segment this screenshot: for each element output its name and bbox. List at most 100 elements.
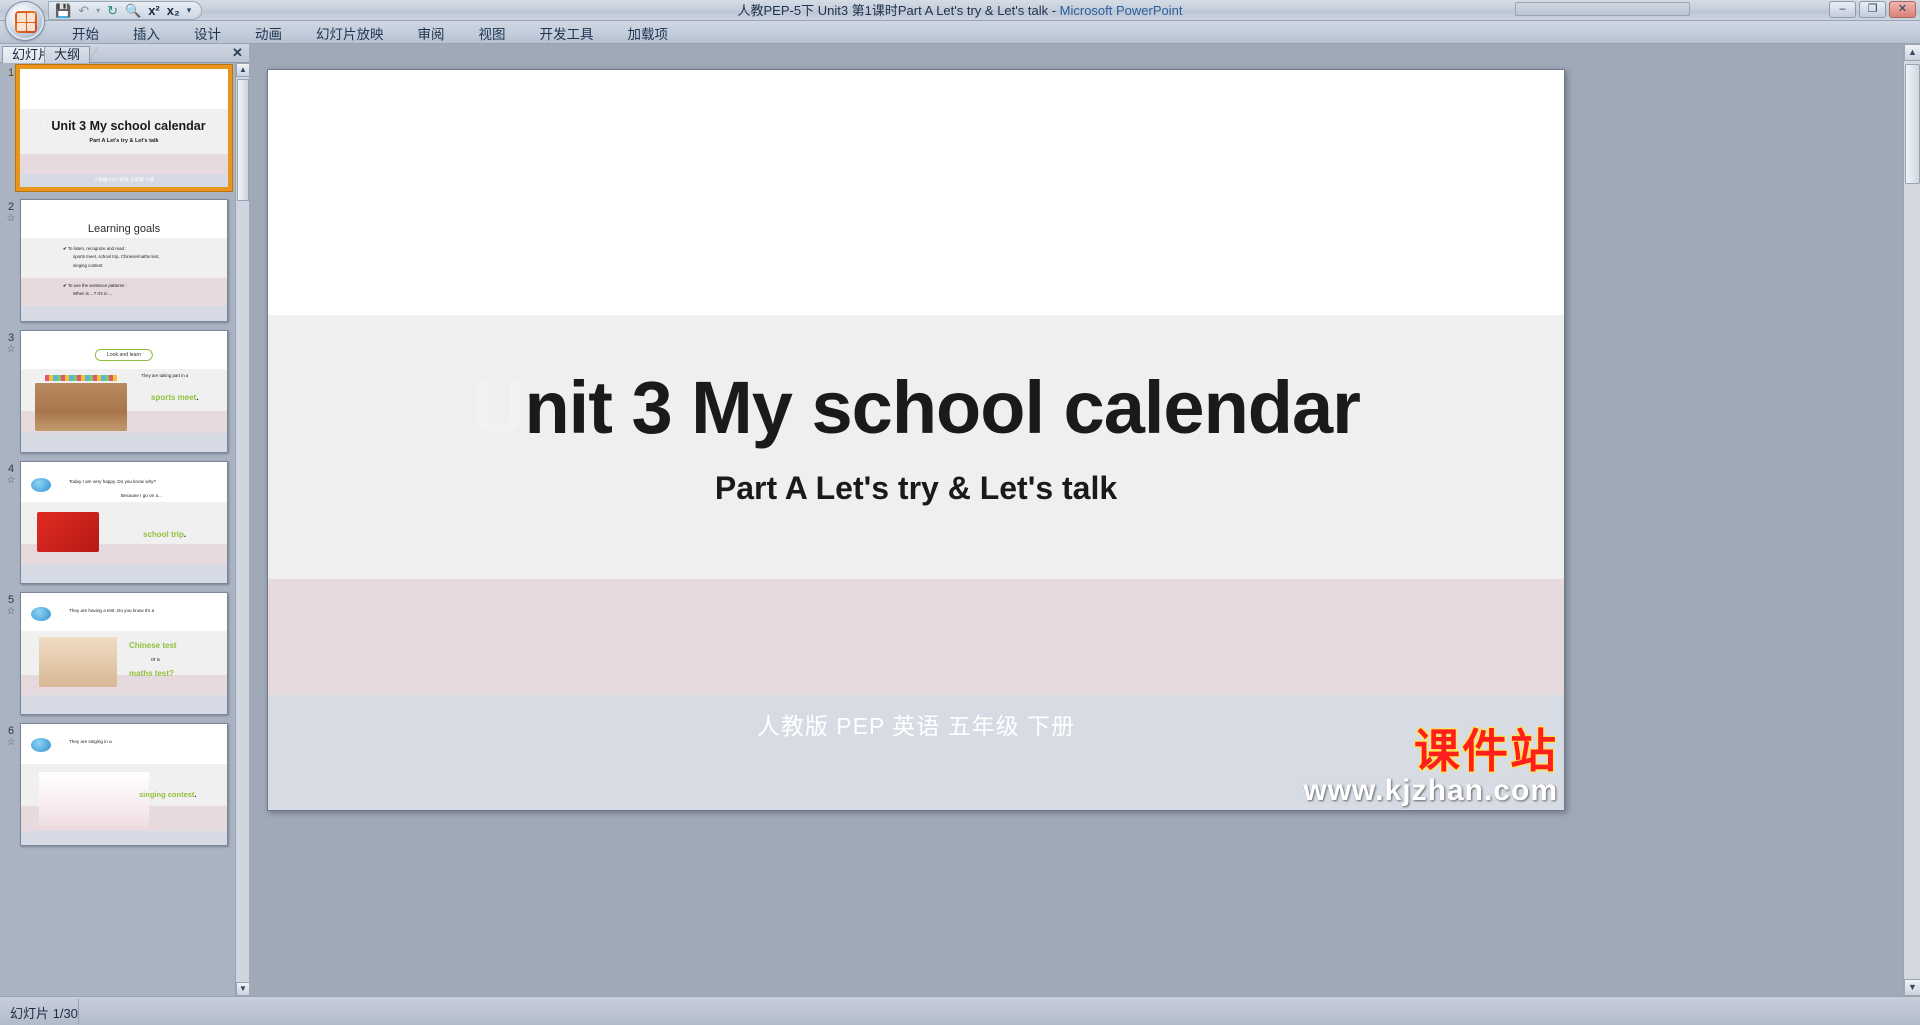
animation-star-icon: ☆ bbox=[6, 606, 16, 617]
thumbnail-frame: Learning goals ✔ To listen, recognize an… bbox=[20, 199, 228, 322]
tab-animations[interactable]: 动画 bbox=[238, 19, 299, 47]
mini-highlight-text: school trip bbox=[143, 530, 184, 539]
mini-image-classroom bbox=[39, 637, 117, 687]
tab-home[interactable]: 开始 bbox=[55, 19, 116, 47]
mini-speech: They are having a test. Do you know it's… bbox=[69, 608, 155, 613]
thumbnail-slide-1[interactable]: 1 UUnit 3 My school calendar Part A Let'… bbox=[0, 63, 235, 197]
minimize-button[interactable]: – bbox=[1829, 1, 1856, 18]
mini-image-children bbox=[39, 772, 149, 830]
orb-quadrant bbox=[17, 13, 26, 22]
mini-bullet-1-line-1: To listen, recognize and read : bbox=[67, 246, 127, 251]
tab-slideshow[interactable]: 幻灯片放映 bbox=[299, 19, 401, 47]
slide-number-text: 6 bbox=[7, 725, 15, 737]
tab-design[interactable]: 设计 bbox=[177, 19, 238, 47]
scroll-down-icon[interactable]: ▼ bbox=[236, 982, 250, 996]
slide-title-text: nit 3 My school calendar bbox=[524, 366, 1360, 449]
tab-outline-label: 大纲 bbox=[54, 47, 81, 62]
office-orb-button[interactable] bbox=[6, 2, 44, 40]
current-slide-canvas[interactable]: Unit 3 My school calendar Part A Let's t… bbox=[267, 69, 1565, 811]
undo-icon[interactable]: ↶ bbox=[78, 2, 89, 19]
mini-balloon-icon bbox=[31, 478, 51, 492]
subscript-icon[interactable]: x₂ bbox=[167, 2, 180, 19]
office-logo-icon bbox=[15, 11, 37, 33]
mini-highlight-1: Chinese test bbox=[129, 641, 177, 650]
mini-highlight-2: maths test? bbox=[129, 669, 174, 678]
superscript-icon[interactable]: x² bbox=[148, 2, 160, 19]
tab-outline[interactable]: 大纲 bbox=[44, 46, 99, 64]
status-divider bbox=[78, 999, 79, 1024]
mini-speech: They are singing in a bbox=[69, 739, 112, 744]
undo-dropdown-icon[interactable]: ▾ bbox=[96, 2, 100, 19]
mini-bunting-icon bbox=[45, 375, 117, 381]
slide-number-text: 5 bbox=[7, 594, 15, 606]
slide-thumbnail-list[interactable]: 1 UUnit 3 My school calendar Part A Let'… bbox=[0, 63, 235, 996]
scroll-down-icon[interactable]: ▼ bbox=[1904, 979, 1920, 996]
scroll-thumb[interactable] bbox=[237, 79, 249, 201]
application-name: Microsoft PowerPoint bbox=[1059, 3, 1183, 18]
orb-quadrant bbox=[26, 13, 35, 22]
mini-bullet-2-line-1: To use the sentence patterns : bbox=[67, 283, 127, 288]
mini-bullet-2-line-2: When is ...? It's in ... bbox=[73, 291, 113, 297]
mini-balloon-icon bbox=[31, 607, 51, 621]
mini-highlight-text: singing contest bbox=[139, 790, 195, 799]
mini-footer: 人教版 PEP 英语 五年级 下册 bbox=[93, 177, 155, 182]
mini-speech-2: Because I go on a... bbox=[121, 493, 162, 498]
customize-qat-icon[interactable]: ▾ bbox=[187, 2, 192, 19]
tab-review[interactable]: 审阅 bbox=[401, 19, 462, 47]
slide-number: 6 ☆ bbox=[4, 725, 18, 749]
window-controls: – ❐ ✕ bbox=[1829, 1, 1916, 18]
slides-pane-scrollbar[interactable]: ▲ ▼ bbox=[235, 63, 250, 996]
close-button[interactable]: ✕ bbox=[1889, 1, 1916, 18]
mini-middle: or a bbox=[151, 657, 160, 663]
thumbnail-slide-6[interactable]: 6 ☆ They are singing in a singing contes… bbox=[0, 721, 235, 852]
tab-insert[interactable]: 插入 bbox=[116, 19, 177, 47]
animation-star-icon: ☆ bbox=[6, 213, 16, 224]
mini-badge: Look and learn bbox=[94, 349, 154, 361]
print-preview-icon[interactable]: 🔍 bbox=[125, 2, 141, 19]
slide-number-text: 2 bbox=[7, 201, 15, 213]
ribbon-tabs: 开始 插入 设计 动画 幻灯片放映 审阅 视图 开发工具 加载项 bbox=[0, 21, 1920, 44]
thumbnail-slide-4[interactable]: 4 ☆ Today I am very happy. Do you know w… bbox=[0, 459, 235, 590]
mini-image-sports-meet bbox=[35, 383, 127, 431]
mini-slide-3: Look and learn They are taking part in a… bbox=[21, 331, 227, 452]
slide-title[interactable]: Unit 3 My school calendar bbox=[268, 365, 1564, 450]
mini-title-text: Unit 3 My school calendar bbox=[51, 119, 206, 133]
save-icon[interactable]: 💾 bbox=[55, 2, 71, 19]
mini-slide-2: Learning goals ✔ To listen, recognize an… bbox=[21, 200, 227, 321]
animation-star-icon: ☆ bbox=[6, 344, 16, 355]
check-icon: ✔ bbox=[63, 246, 67, 251]
scroll-up-icon[interactable]: ▲ bbox=[236, 63, 250, 77]
mini-period: . bbox=[194, 790, 197, 799]
pane-tab-bar: 幻灯片 大纲 ✕ bbox=[0, 44, 249, 64]
tab-addins[interactable]: 加载项 bbox=[611, 19, 686, 47]
slide-band-pink bbox=[268, 579, 1564, 695]
thumbnail-frame: They are singing in a singing contest. bbox=[20, 723, 228, 846]
close-pane-icon[interactable]: ✕ bbox=[230, 46, 245, 61]
scroll-thumb[interactable] bbox=[1905, 64, 1920, 184]
document-title-text: 人教PEP-5下 Unit3 第1课时Part A Let's try & Le… bbox=[737, 3, 1049, 18]
mini-bullet-2: ✔ To use the sentence patterns : bbox=[63, 282, 213, 290]
tab-developer[interactable]: 开发工具 bbox=[523, 19, 611, 47]
editor-scrollbar[interactable]: ▲ ▼ bbox=[1903, 44, 1920, 996]
redo-icon[interactable]: ↻ bbox=[107, 2, 118, 19]
scroll-up-icon[interactable]: ▲ bbox=[1904, 44, 1920, 61]
mini-title: UUnit 3 My school calendar bbox=[20, 119, 228, 133]
slide-counter: 幻灯片 1/30 bbox=[10, 1006, 78, 1021]
slide-number-text: 4 bbox=[7, 463, 15, 475]
tab-skew bbox=[88, 46, 99, 64]
slide-subtitle[interactable]: Part A Let's try & Let's talk bbox=[268, 470, 1564, 507]
mini-slide-1: UUnit 3 My school calendar Part A Let's … bbox=[20, 69, 228, 187]
restore-button[interactable]: ❐ bbox=[1859, 1, 1886, 18]
mini-slide-5: They are having a test. Do you know it's… bbox=[21, 593, 227, 714]
thumbnail-slide-3[interactable]: 3 ☆ Look and learn They are taking part … bbox=[0, 328, 235, 459]
mini-image-flag bbox=[37, 512, 99, 552]
thumbnail-slide-2[interactable]: 2 ☆ Learning goals ✔ To listen, recogniz… bbox=[0, 197, 235, 328]
slide-band-white bbox=[268, 70, 1564, 315]
slide-title-ghost-letter: U bbox=[472, 366, 525, 449]
mini-speech: They are taking part in a bbox=[141, 373, 189, 378]
mini-period: . bbox=[196, 393, 199, 402]
tab-view[interactable]: 视图 bbox=[462, 19, 523, 47]
thumbnail-slide-5[interactable]: 5 ☆ They are having a test. Do you know … bbox=[0, 590, 235, 721]
mini-slide-6: They are singing in a singing contest. bbox=[21, 724, 227, 845]
check-icon: ✔ bbox=[63, 283, 67, 288]
